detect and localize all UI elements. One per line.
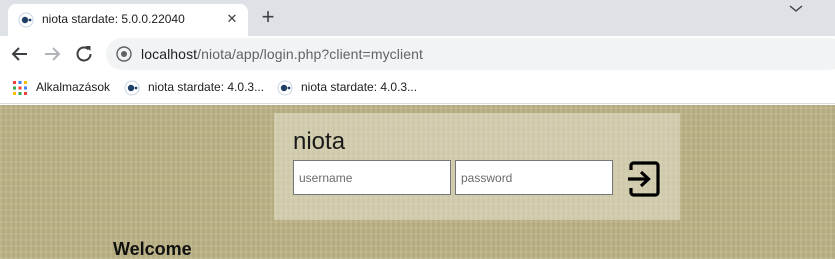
tab-strip: niota stardate: 5.0.0.22040 ✕ + (0, 0, 835, 36)
tab-title: niota stardate: 5.0.0.22040 (42, 12, 185, 26)
niota-favicon-icon (124, 80, 140, 96)
bookmarks-bar: Alkalmazások niota stardate: 4.0.3... ni… (0, 72, 835, 104)
niota-favicon-icon (277, 80, 293, 96)
back-button[interactable] (8, 42, 32, 66)
close-icon[interactable]: ✕ (224, 11, 240, 27)
bookmark-label: Alkalmazások (36, 80, 111, 94)
page-content: niota Welcome (0, 105, 835, 259)
url-text[interactable]: localhost/niota/app/login.php?client=myc… (141, 46, 423, 62)
url-host: localhost (141, 46, 198, 62)
url-path: /niota/app/login.php?client=myclient (197, 46, 423, 62)
new-tab-button[interactable]: + (256, 6, 280, 30)
login-panel: niota (274, 113, 680, 220)
address-bar[interactable]: localhost/niota/app/login.php?client=myc… (106, 38, 835, 70)
niota-favicon-icon (18, 12, 34, 28)
bookmark-label: niota stardate: 4.0.3... (301, 80, 418, 94)
forward-button[interactable] (40, 42, 64, 66)
login-arrow-icon[interactable] (624, 159, 664, 199)
bookmark-label: niota stardate: 4.0.3... (148, 80, 265, 94)
browser-toolbar: localhost/niota/app/login.php?client=myc… (0, 36, 835, 72)
username-input[interactable] (293, 160, 451, 195)
chevron-down-icon[interactable] (786, 0, 806, 20)
browser-tab[interactable]: niota stardate: 5.0.0.22040 ✕ (8, 4, 248, 36)
password-input[interactable] (455, 160, 613, 195)
reload-button[interactable] (72, 42, 96, 66)
apps-grid-icon (13, 81, 27, 95)
login-title: niota (293, 128, 346, 155)
welcome-heading: Welcome (113, 239, 192, 259)
site-info-icon[interactable] (116, 46, 132, 62)
